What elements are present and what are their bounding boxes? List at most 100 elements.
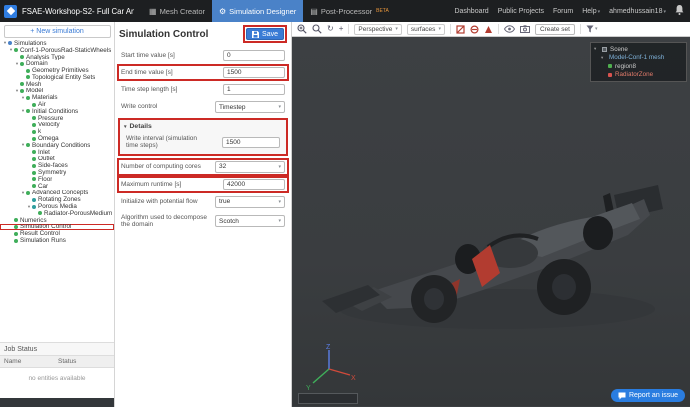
status-dot-icon	[32, 150, 36, 155]
hide-part-icon[interactable]	[470, 24, 479, 34]
reset-camera-icon[interactable]: ↻	[327, 25, 334, 33]
screenshot-icon[interactable]	[519, 25, 530, 33]
details-toggle[interactable]: ▾ Details	[120, 121, 286, 132]
scene-part-region8[interactable]: region8	[594, 62, 683, 71]
tree-item-omega[interactable]: Omega	[0, 135, 114, 142]
scene-mesh[interactable]: ▾ Model-Conf-1 mesh	[594, 54, 683, 63]
tree-item-simulation-runs[interactable]: Simulation Runs	[0, 237, 114, 244]
tree-item-initial-conditions[interactable]: ▾ Initial Conditions	[0, 108, 114, 115]
tree-item-analysis-type[interactable]: Analysis Type	[0, 54, 114, 60]
viewport-toolbar: ↻ + Perspective ▾ surfaces ▾ Create set …	[292, 22, 690, 37]
tree-item-inlet[interactable]: Inlet	[0, 149, 114, 156]
tab-post-processor[interactable]: ▤ Post-Processor BETA	[303, 0, 396, 22]
save-button[interactable]: Save	[246, 28, 284, 40]
gear-icon: ⚙	[219, 6, 227, 16]
input-start-time-value-s[interactable]	[223, 50, 285, 61]
link-public-projects[interactable]: Public Projects	[498, 8, 544, 15]
select-number-of-computing-cores[interactable]: 32 ▾	[215, 160, 285, 173]
chevron-down-icon: ▾	[594, 25, 598, 32]
tree-item-result-control[interactable]: Result Control	[0, 230, 114, 237]
eye-icon[interactable]	[503, 25, 515, 33]
zoom-window-icon[interactable]	[297, 24, 307, 34]
create-set-button[interactable]: Create set	[534, 23, 575, 35]
tree-item-pressure[interactable]: Pressure	[0, 115, 114, 122]
tree-item-label: Outlet	[38, 155, 55, 163]
notifications-bell-icon[interactable]	[675, 5, 684, 17]
panel-header: Simulation Control Save	[115, 22, 291, 47]
viewport-3d: ↻ + Perspective ▾ surfaces ▾ Create set …	[292, 22, 690, 407]
link-dashboard[interactable]: Dashboard	[454, 8, 488, 15]
tab-label: Mesh Creator	[159, 6, 205, 16]
zoom-extents-icon[interactable]	[312, 24, 322, 34]
tree-item-mesh[interactable]: Mesh	[0, 81, 114, 88]
field-label: End time value [s]	[121, 68, 173, 76]
input-write-interval-simulation-time-steps[interactable]	[222, 136, 280, 148]
user-menu[interactable]: ahmedhussain18▾	[609, 8, 666, 15]
center-model-icon[interactable]: +	[339, 25, 344, 33]
field-rows-bottom: Number of computing cores 32 ▾ Maximum runt…	[115, 157, 291, 232]
select-write-control[interactable]: Timestep ▾	[215, 101, 285, 113]
tree-item-label: Porous Media	[38, 203, 77, 210]
tab-mesh-creator[interactable]: ▦ Mesh Creator	[142, 0, 212, 22]
tree-item-symmetry[interactable]: Symmetry	[0, 169, 114, 176]
tab-simulation-designer[interactable]: ⚙ Simulation Designer	[212, 0, 304, 22]
tree-item-outlet[interactable]: Outlet	[0, 155, 114, 163]
chevron-down-icon: ▾	[395, 26, 398, 32]
clip-plane-icon[interactable]	[456, 24, 465, 34]
tree-item-model[interactable]: ▾ Model	[0, 88, 114, 95]
report-issue-button[interactable]: Report an issue	[610, 389, 685, 402]
filter-icon[interactable]: ▾	[586, 25, 598, 33]
tree-item-simulation-control[interactable]: Simulation Control	[0, 224, 114, 230]
tree-item-radiator-porousmedium[interactable]: Radiator-PorousMedium	[0, 210, 114, 217]
tree-item-geometry-primitives[interactable]: Geometry Primitives	[0, 67, 114, 74]
new-simulation-button[interactable]: + New simulation	[3, 25, 111, 38]
scene-root[interactable]: ▾ Scene	[594, 45, 683, 54]
tree-item-side-faces[interactable]: Side-faces	[0, 162, 114, 169]
tree-item-conf-1-porousrad-staticwheels[interactable]: ▾ Conf-1-PorousRad-StaticWheels	[0, 47, 114, 54]
tree-item-numerics[interactable]: Numerics	[0, 217, 114, 224]
status-dot-icon	[26, 190, 30, 195]
select-algorithm-used-to-decompose-the-domain[interactable]: Scotch ▾	[215, 215, 285, 228]
probe-point-icon[interactable]	[484, 25, 493, 34]
axis-triad[interactable]: Z Y X	[304, 342, 356, 392]
toolbar-divider	[579, 24, 581, 34]
link-help[interactable]: Help▾	[582, 8, 600, 15]
projection-select[interactable]: Perspective ▾	[354, 23, 402, 35]
status-dot-icon	[32, 197, 36, 202]
input-time-step-length-s[interactable]	[223, 84, 285, 95]
tree-item-label: Air	[38, 101, 46, 108]
status-dot-icon	[32, 170, 36, 175]
render-mode-select[interactable]: surfaces ▾	[406, 23, 445, 35]
tree-item-rotating-zones[interactable]: Rotating Zones	[0, 196, 114, 203]
app-logo-icon[interactable]	[4, 4, 17, 18]
details-section: ▾ Details Write interval (simulation tim…	[118, 118, 288, 156]
tree-item-simulations[interactable]: ▾ Simulations	[0, 40, 114, 47]
chevron-down-icon: ▾	[278, 163, 281, 170]
status-dot-icon	[32, 163, 36, 168]
tree-item-domain[interactable]: ▾ Domain	[0, 60, 114, 67]
viewport-canvas[interactable]: ▾ Scene ▾ Model-Conf-1 mesh region8 Radia…	[292, 37, 690, 406]
tree-item-car[interactable]: Car	[0, 183, 114, 190]
viewport-note-input[interactable]	[298, 393, 358, 404]
status-dot-icon	[26, 95, 30, 100]
tree-item-label: Car	[38, 182, 49, 190]
tree-item-velocity[interactable]: Velocity	[0, 122, 114, 128]
input-maximum-runtime-s[interactable]	[223, 178, 285, 190]
tree-item-air[interactable]: Air	[0, 101, 114, 108]
tree-item-boundary-conditions[interactable]: ▾ Boundary Conditions	[0, 142, 114, 149]
input-end-time-value-s[interactable]	[223, 67, 285, 78]
select-initialize-with-potential-flow[interactable]: true ▾	[215, 195, 285, 208]
tree-item-porous-media[interactable]: ▾ Porous Media	[0, 203, 114, 210]
toolbar-divider	[348, 24, 350, 34]
tree-item-label: Radiator-PorousMedium	[44, 209, 113, 217]
field-row-write-control: Write control Timestep ▾	[117, 98, 289, 116]
link-forum[interactable]: Forum	[553, 8, 573, 15]
scene-part-radiatorzone[interactable]: RadiatorZone	[594, 71, 683, 80]
tree-item-floor[interactable]: Floor	[0, 176, 114, 183]
chevron-down-icon: ▾	[278, 104, 281, 110]
tree-item-k[interactable]: k	[0, 128, 114, 135]
details-label: Details	[129, 123, 152, 130]
tree-item-topological-entity-sets[interactable]: Topological Entity Sets	[0, 74, 114, 81]
tree-item-materials[interactable]: ▾ Materials	[0, 94, 114, 101]
tree-item-advanced-concepts[interactable]: ▾ Advanced Concepts	[0, 190, 114, 197]
